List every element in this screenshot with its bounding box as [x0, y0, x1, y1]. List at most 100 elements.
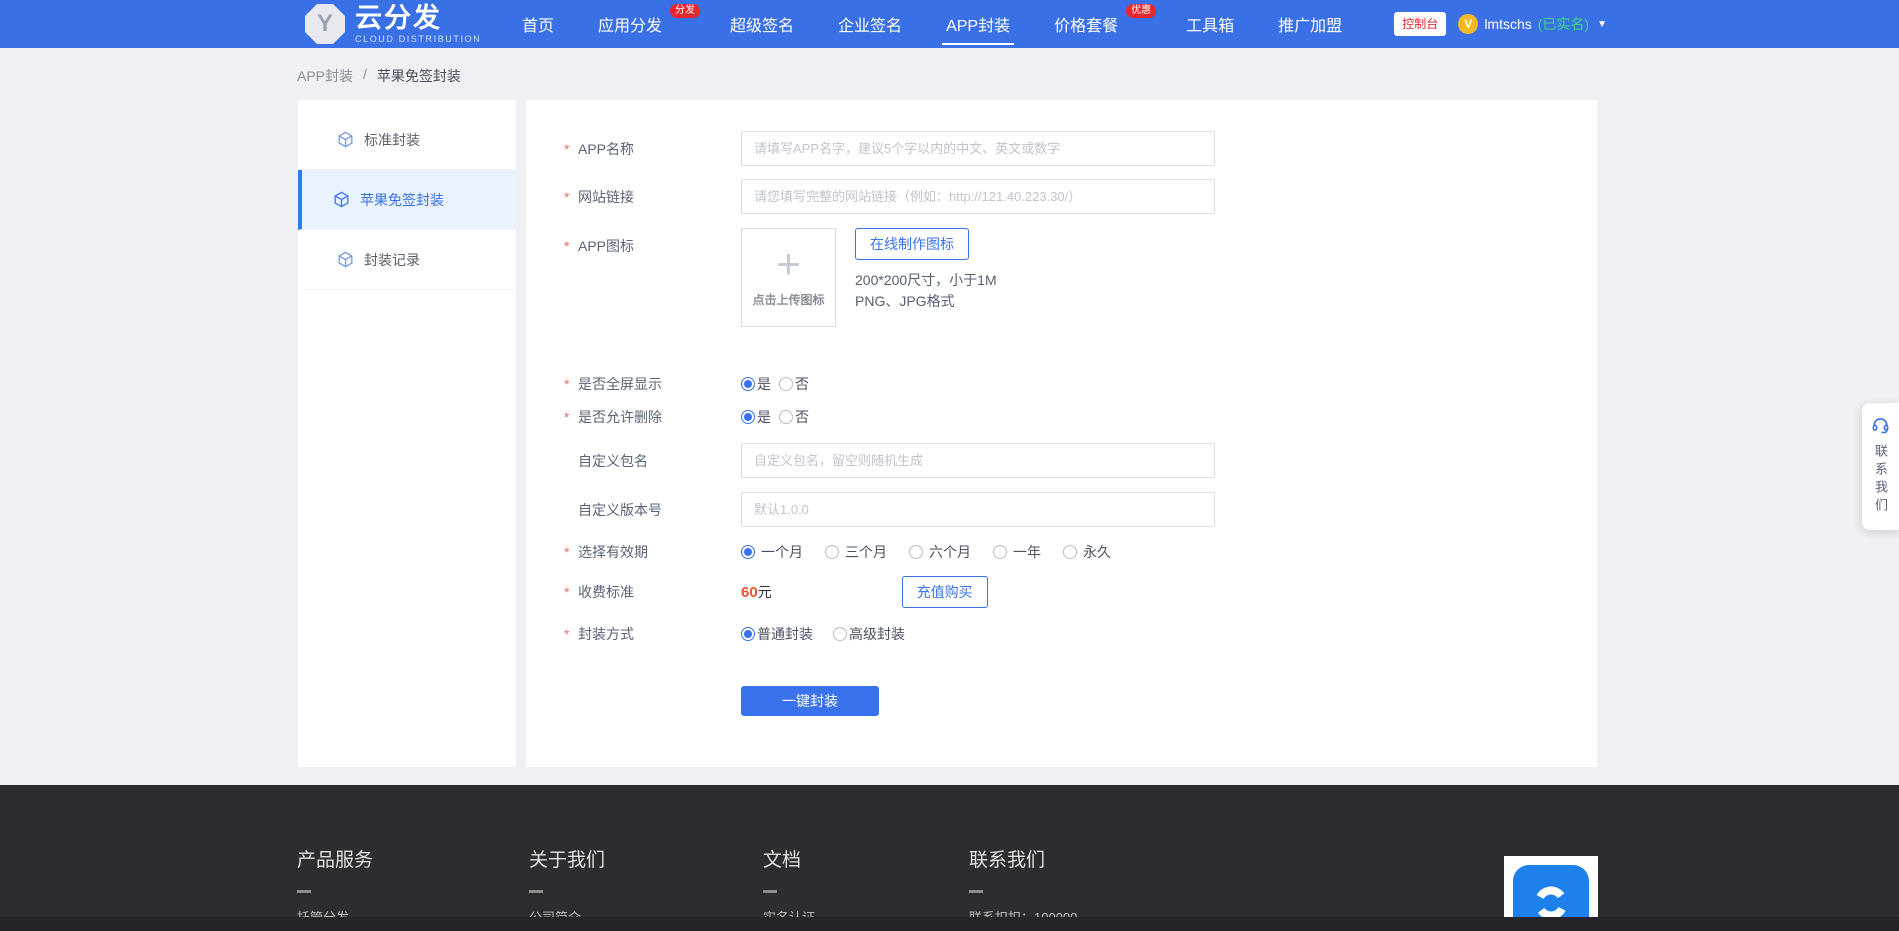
package-mode-label: * 封装方式: [564, 626, 634, 642]
icon-format-hint: PNG、JPG格式: [855, 293, 955, 309]
validity-six-months-option[interactable]: 六个月: [909, 542, 971, 562]
breadcrumb: APP封装 / 苹果免签封装: [297, 66, 461, 86]
price-row: * 收费标准 60 元 充值购买: [526, 576, 1597, 608]
mode-advanced-option[interactable]: 高级封装: [833, 624, 905, 644]
app-name-label: * APP名称: [564, 140, 635, 157]
logo[interactable]: Y 云分发 CLOUD DISTRIBUTION: [305, 4, 481, 44]
contact-us-widget[interactable]: 联系我们: [1862, 403, 1899, 530]
radio-checked-icon: [741, 627, 755, 641]
required-asterisk: *: [564, 140, 570, 157]
nav-item-toolbox[interactable]: 工具箱: [1164, 0, 1256, 48]
nav-item-enterprise-sign[interactable]: 企业签名: [816, 0, 924, 48]
contact-us-vertical-label: 联系我们: [1873, 444, 1888, 516]
allow-delete-yes-option[interactable]: 是: [741, 407, 771, 427]
footer: 产品服务 托管分发 关于我们 公司简介 文档 实名认证 联系我们 联系扣扣：10…: [0, 785, 1899, 931]
sidebar-item-standard-package[interactable]: 标准封装: [298, 110, 516, 170]
radio-icon: [779, 377, 793, 391]
validity-one-month-option[interactable]: 一个月: [741, 542, 803, 562]
sidebar: 标准封装 苹果免签封装 封装记录: [298, 100, 516, 767]
footer-col-title: 文档: [763, 850, 802, 871]
breadcrumb-separator: /: [363, 66, 367, 82]
validity-forever-option[interactable]: 永久: [1063, 542, 1111, 562]
sidebar-item-label: 封装记录: [364, 251, 420, 268]
allow-delete-row: * 是否允许删除 是 否: [526, 407, 1597, 427]
radio-checked-icon: [741, 410, 755, 424]
validity-three-months-option[interactable]: 三个月: [825, 542, 887, 562]
app-name-input[interactable]: [741, 131, 1215, 166]
nav-item-super-sign[interactable]: 超级签名: [708, 0, 816, 48]
logo-subtitle: CLOUD DISTRIBUTION: [355, 33, 482, 44]
logo-octagon-icon: Y: [305, 4, 345, 44]
required-asterisk: *: [564, 544, 570, 560]
required-asterisk: *: [564, 584, 570, 600]
radio-icon: [909, 545, 923, 559]
nav-item-home[interactable]: 首页: [500, 0, 576, 48]
fullscreen-no-option[interactable]: 否: [779, 374, 809, 394]
footer-dash: [297, 890, 311, 893]
user-menu[interactable]: V lmtschs (已实名) ▼: [1458, 14, 1607, 34]
sidebar-item-package-history[interactable]: 封装记录: [298, 230, 516, 290]
footer-col-title: 关于我们: [529, 850, 606, 871]
console-button[interactable]: 控制台: [1394, 12, 1447, 36]
verified-status: (已实名): [1537, 16, 1590, 32]
nav-item-app-package[interactable]: APP封装: [924, 0, 1032, 48]
breadcrumb-app-package[interactable]: APP封装: [297, 66, 353, 86]
nav-item-label: 价格套餐: [1054, 18, 1119, 35]
headset-icon: [1872, 418, 1889, 434]
sidebar-item-apple-nosign-package[interactable]: 苹果免签封装: [298, 170, 516, 230]
package-name-input[interactable]: [741, 443, 1215, 478]
radio-icon: [833, 627, 847, 641]
make-icon-online-button[interactable]: 在线制作图标: [855, 228, 969, 260]
footer-dash: [969, 890, 983, 893]
header-right: 控制台 V lmtschs (已实名) ▼: [1394, 0, 1607, 48]
avatar: V: [1458, 14, 1479, 34]
validity-row: * 选择有效期 一个月 三个月 六个月 一年 永久: [526, 542, 1597, 562]
plus-icon: +: [776, 240, 801, 287]
required-asterisk: *: [564, 376, 570, 392]
distribution-badge: 分发: [670, 4, 701, 18]
allow-delete-label: * 是否允许删除: [564, 409, 662, 425]
allow-delete-no-option[interactable]: 否: [779, 407, 809, 427]
icon-upload-box[interactable]: + 点击上传图标: [741, 228, 836, 327]
fullscreen-row: * 是否全屏显示 是 否: [526, 374, 1597, 394]
required-asterisk: *: [564, 409, 570, 425]
version-label: 自定义版本号: [578, 501, 662, 518]
one-click-package-button[interactable]: 一键封装: [741, 686, 879, 716]
mode-normal-option[interactable]: 普通封装: [741, 624, 813, 644]
radio-checked-icon: [741, 377, 755, 391]
footer-col-title: 产品服务: [297, 850, 374, 871]
footer-col-title: 联系我们: [969, 850, 1046, 871]
nav-item-app-distribution[interactable]: 应用分发 分发: [576, 0, 708, 48]
package-cube-icon: [338, 131, 353, 148]
discount-badge: 优惠: [1126, 4, 1157, 18]
footer-dash: [763, 890, 777, 893]
price-unit: 元: [757, 584, 772, 600]
fullscreen-yes-option[interactable]: 是: [741, 374, 771, 394]
package-mode-row: * 封装方式 普通封装 高级封装: [526, 624, 1597, 644]
user-name: lmtschs: [1484, 16, 1532, 32]
app-icon-row: * APP图标 + 点击上传图标 在线制作图标 200*200尺寸，小于1M P…: [526, 228, 1597, 327]
package-form-panel: * APP名称 * 网站链接 * APP图标 + 点击上: [526, 100, 1597, 767]
upload-hint-text: 点击上传图标: [752, 293, 825, 307]
app-icon-label: * APP图标: [564, 238, 635, 254]
radio-icon: [779, 410, 793, 424]
footer-dash: [529, 890, 543, 893]
nav-item-promotion[interactable]: 推广加盟: [1256, 0, 1364, 48]
radio-checked-icon: [741, 545, 755, 559]
version-row: 自定义版本号: [526, 492, 1597, 527]
price-amount: 60: [741, 583, 758, 601]
site-url-input[interactable]: [741, 179, 1215, 214]
page: Y 云分发 CLOUD DISTRIBUTION 首页 应用分发 分发 超级签名…: [0, 0, 1899, 931]
radio-icon: [825, 545, 839, 559]
package-cube-icon: [334, 191, 349, 208]
version-input[interactable]: [741, 492, 1215, 527]
recharge-buy-button[interactable]: 充值购买: [901, 576, 988, 608]
nav-item-pricing[interactable]: 价格套餐 优惠: [1032, 0, 1164, 48]
radio-icon: [1063, 545, 1077, 559]
footer-bottom-strip: [0, 917, 1899, 931]
fullscreen-label: * 是否全屏显示: [564, 376, 662, 392]
top-nav-bar: Y 云分发 CLOUD DISTRIBUTION 首页 应用分发 分发 超级签名…: [0, 0, 1899, 48]
validity-one-year-option[interactable]: 一年: [993, 542, 1041, 562]
price-label: * 收费标准: [564, 584, 634, 600]
required-asterisk: *: [564, 626, 570, 642]
